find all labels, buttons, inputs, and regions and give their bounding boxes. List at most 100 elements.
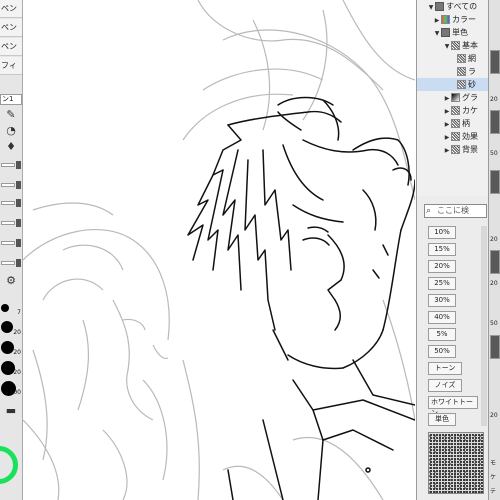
opacity-slider[interactable] [1, 180, 21, 190]
strip-label: 20 [490, 280, 498, 287]
strip-label: モ [490, 460, 497, 467]
collapse-arrow-icon[interactable]: ▼ [427, 1, 435, 13]
expand-arrow-icon[interactable]: ▶ [433, 14, 441, 26]
tree-label: ラ [468, 67, 476, 76]
tag-50[interactable]: 50% [428, 345, 456, 358]
tool-property-tab[interactable]: ン1 [0, 94, 22, 105]
tone-icon [451, 145, 460, 154]
drawing-canvas[interactable] [23, 0, 415, 500]
tag-tone[interactable]: トーン [428, 362, 462, 375]
manga-sketch-artwork [23, 0, 415, 500]
tree-label: カケ [462, 106, 478, 115]
tree-item-effect[interactable]: ▶ 効果 [417, 130, 488, 143]
brush-size-preset[interactable]: 100 [0, 380, 22, 396]
brush-size-preset[interactable]: 20 [0, 340, 22, 356]
strip-label: テ [490, 488, 497, 495]
material-tree-panel: ▼ すべての ▶ カラー ▼ 単色 ▼ 基本 網 ラ 砂 ▶ グラ ▶ カケ ▶ 柄 ▶ 効果 … [416, 0, 488, 196]
strip-label: 50 [490, 150, 498, 157]
tree-label: 背景 [462, 145, 478, 154]
tag-40[interactable]: 40% [428, 311, 456, 324]
tone-icon [451, 132, 460, 141]
settings-icon[interactable]: ⚙ [2, 274, 20, 288]
color-icon [441, 15, 450, 24]
strip-label: ケ [490, 474, 497, 481]
tone-icon [451, 106, 460, 115]
collapse-arrow-icon[interactable]: ▼ [433, 27, 441, 39]
tone-icon [457, 54, 466, 63]
brush-size-preset[interactable]: 20 [0, 360, 22, 376]
tree-label: すべての [446, 2, 478, 11]
tree-label: 効果 [462, 132, 478, 141]
tree-label: 網 [468, 54, 476, 63]
gradation-icon [451, 93, 460, 102]
zoom-icon[interactable]: ◔ [2, 124, 20, 138]
tool-item-pen-2[interactable]: ペン [0, 19, 22, 37]
tag-25[interactable]: 25% [428, 277, 456, 290]
material-thumbnail[interactable] [490, 250, 500, 274]
tool-item-fill[interactable]: フィ [0, 57, 22, 75]
expand-arrow-icon[interactable]: ▶ [443, 92, 451, 104]
tool-item-pen-3[interactable]: ペン [0, 38, 22, 56]
tree-folder-all[interactable]: ▼ すべての [417, 0, 488, 13]
brush-size-preset[interactable]: 20 [0, 320, 22, 336]
strip-label: 50 [490, 320, 498, 327]
tone-icon [457, 80, 466, 89]
search-icon: ⌕ [426, 206, 432, 216]
tree-label: 柄 [462, 119, 470, 128]
tag-5[interactable]: 5% [428, 328, 456, 341]
brush-size-preset[interactable]: 7 [0, 300, 22, 316]
tree-label: 砂 [468, 80, 476, 89]
pencil-icon[interactable]: ✎ [2, 108, 20, 122]
mono-icon [441, 28, 450, 37]
folder-icon [435, 2, 444, 11]
tree-item-lines[interactable]: ラ [417, 65, 488, 78]
strip-label: 20 [490, 96, 498, 103]
tree-item-sand-selected[interactable]: 砂 [417, 78, 488, 91]
microphone-icon[interactable]: ♦ [2, 140, 20, 154]
tone-icon [451, 41, 460, 50]
tone-material-preview[interactable] [428, 432, 484, 494]
collapse-arrow-icon[interactable]: ▼ [443, 40, 451, 52]
tree-label: 単色 [452, 28, 468, 37]
tree-item-mono[interactable]: ▼ 単色 [417, 26, 488, 39]
tag-mono[interactable]: 単色 [428, 413, 456, 426]
tree-item-pattern[interactable]: ▶ 柄 [417, 117, 488, 130]
material-thumbnail[interactable] [490, 170, 500, 194]
tree-label: 基本 [462, 41, 478, 50]
tag-white-tone[interactable]: ホワイトトーン [428, 396, 478, 417]
aa-slider[interactable] [1, 218, 21, 228]
tag-20[interactable]: 20% [428, 260, 456, 273]
tree-item-dots[interactable]: 網 [417, 52, 488, 65]
option-slider[interactable] [1, 238, 21, 248]
tool-item-pen-1[interactable]: ペン [0, 0, 22, 18]
stabilizer-slider[interactable] [1, 198, 21, 208]
tag-30[interactable]: 30% [428, 294, 456, 307]
tree-item-basic[interactable]: ▼ 基本 [417, 39, 488, 52]
expand-arrow-icon[interactable]: ▶ [443, 131, 451, 143]
tree-item-kake[interactable]: ▶ カケ [417, 104, 488, 117]
material-thumbnail[interactable] [490, 335, 500, 359]
expand-arrow-icon[interactable]: ▶ [443, 144, 451, 156]
material-thumbnail[interactable] [490, 110, 500, 134]
tag-15[interactable]: 15% [428, 243, 456, 256]
tone-icon [451, 119, 460, 128]
main-color-wheel[interactable] [0, 446, 18, 484]
delete-icon[interactable]: ▬ [2, 404, 20, 418]
expand-arrow-icon[interactable]: ▶ [443, 105, 451, 117]
tree-item-gradation[interactable]: ▶ グラ [417, 91, 488, 104]
tree-label: グラ [462, 93, 478, 102]
tag-list-scrollbar[interactable] [481, 226, 487, 426]
tone-icon [457, 67, 466, 76]
tree-label: カラー [452, 15, 476, 24]
size-slider[interactable] [1, 160, 21, 170]
option-slider-2[interactable] [1, 258, 21, 268]
tag-noise[interactable]: ノイズ [428, 379, 462, 392]
expand-arrow-icon[interactable]: ▶ [443, 118, 451, 130]
strip-label: 20 [490, 236, 498, 243]
material-thumbnail[interactable] [490, 50, 500, 74]
left-tool-column: ペン ペン ペン フィ ン1 ✎ ◔ ♦ ⚙ 7 20 20 20 100 ▬ [0, 0, 23, 500]
tree-item-color[interactable]: ▶ カラー [417, 13, 488, 26]
tree-item-background[interactable]: ▶ 背景 [417, 143, 488, 156]
strip-label: 20 [490, 412, 498, 419]
tag-10[interactable]: 10% [428, 226, 456, 239]
